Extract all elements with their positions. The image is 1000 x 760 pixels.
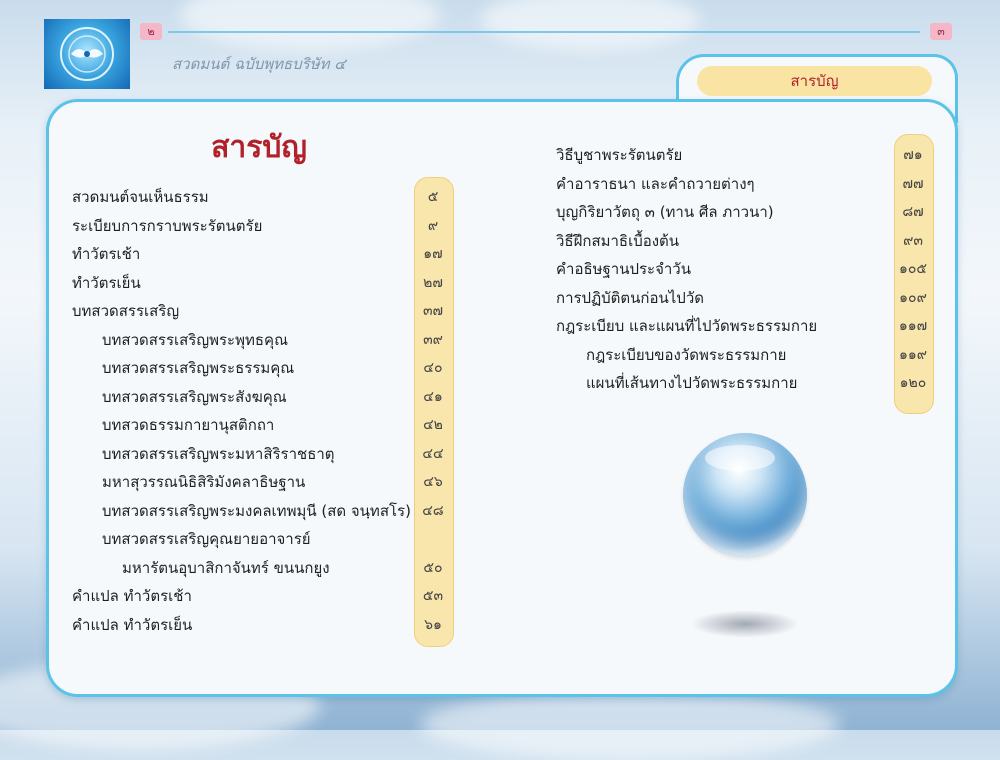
toc-entry[interactable]: คำแปล ทำวัตรเย็น ๖๑	[72, 611, 452, 640]
toc-entry-label: คำอาราธนา และคำถวายต่างๆ	[556, 174, 755, 193]
toc-entry-page: ๓๗	[422, 303, 444, 319]
toc-entry-label: บทสวดธรรมกายานุสติกถา	[102, 416, 275, 434]
page-title: สารบัญ	[211, 130, 307, 165]
toc-entry-label: บทสวดสรรเสริญพระมหาสิริราชธาตุ	[102, 444, 335, 463]
toc-entry-label: บทสวดสรรเสริญพระมงคลเทพมุนี (สด จนฺทสโร)	[102, 501, 411, 520]
toc-entry-page: ๕๐	[423, 559, 443, 576]
page-number-right: ๓	[930, 23, 952, 40]
toc-entry-page: ๔๘	[422, 502, 444, 519]
page-number-left: ๒	[140, 23, 162, 40]
toc-entry[interactable]: บทสวดสรรเสริญพระสังฆคุณ ๔๑	[72, 383, 452, 412]
sphere-shadow	[690, 610, 800, 638]
toc-entry-label: บทสวดสรรเสริญพระสังฆคุณ	[102, 387, 287, 406]
toc-entry-page: ๔๖	[423, 474, 443, 490]
toc-entry-label: มหาสุวรรณนิธิสิริมังคลาธิษฐาน	[102, 473, 306, 491]
toc-entry[interactable]: บทสวดธรรมกายานุสติกถา ๔๒	[72, 411, 452, 440]
toc-entry[interactable]: บทสวดสรรเสริญคุณยายอาจารย์	[72, 525, 452, 554]
toc-entry-page: ๑๑๙	[898, 346, 928, 363]
toc-entry-label: ระเบียบการกราบพระรัตนตรัย	[72, 216, 263, 235]
toc-entry[interactable]: ทำวัตรเช้า ๑๗	[72, 240, 452, 269]
toc-entry-label: สวดมนต์จนเห็นธรรม	[72, 188, 209, 206]
toc-entry-page: ๑๒๐	[899, 375, 927, 391]
toc-entry-page: ๙	[427, 217, 439, 234]
toc-entry-label: กฎระเบียบของวัดพระธรรมกาย	[586, 345, 787, 364]
background-cloud	[180, 0, 440, 50]
toc-entry-label: ทำวัตรเย็น	[72, 273, 141, 292]
toc-entry-label: บทสวดสรรเสริญ	[72, 302, 180, 320]
toc-entry-page: ๖๑	[424, 616, 442, 633]
toc-entry-label: การปฏิบัติตนก่อนไปวัด	[556, 288, 704, 307]
toc-entry-page: ๕๓	[422, 588, 444, 604]
toc-entry-page: ๕	[427, 189, 439, 205]
toc-list-left: สวดมนต์จนเห็นธรรม ๕ระเบียบการกราบพระรัตนต…	[72, 183, 452, 639]
toc-entry[interactable]: สวดมนต์จนเห็นธรรม ๕	[72, 183, 452, 212]
toc-entry-label: วิธีฝึกสมาธิเบื้องต้น	[556, 231, 680, 250]
toc-entry[interactable]: วิธีบูชาพระรัตนตรัย ๗๑	[556, 141, 932, 170]
toc-entry[interactable]: บทสวดสรรเสริญ ๓๗	[72, 297, 452, 326]
toc-entry-page: ๗๑	[903, 147, 923, 163]
toc-entry-page: ๑๐๕	[898, 261, 928, 277]
toc-entry-page: ๔๔	[422, 445, 444, 462]
toc-entry[interactable]: บทสวดสรรเสริญพระมหาสิริราชธาตุ ๔๔	[72, 440, 452, 469]
background-cloud	[480, 0, 700, 50]
toc-entry[interactable]: มหารัตนอุบาสิกาจันทร์ ขนนกยูง ๕๐	[72, 554, 452, 583]
background-cloud	[420, 690, 840, 760]
dhammakaya-emblem-icon	[44, 19, 130, 89]
toc-entry[interactable]: คำอธิษฐานประจำวัน ๑๐๕	[556, 255, 932, 284]
toc-entry[interactable]: บทสวดสรรเสริญพระมงคลเทพมุนี (สด จนฺทสโร)…	[72, 497, 452, 526]
toc-list-right: วิธีบูชาพระรัตนตรัย ๗๑คำอาราธนา และคำถวาย…	[556, 141, 932, 398]
toc-entry-label: มหารัตนอุบาสิกาจันทร์ ขนนกยูง	[122, 558, 330, 577]
toc-entry-page: ๔๐	[423, 360, 443, 376]
toc-entry[interactable]: บุญกิริยาวัตถุ ๓ (ทาน ศีล ภาวนา) ๘๗	[556, 198, 932, 227]
book-title: สวดมนต์ ฉบับพุทธบริษัท ๔	[172, 55, 346, 73]
toc-entry[interactable]: กฎระเบียบของวัดพระธรรมกาย ๑๑๙	[556, 341, 932, 370]
toc-entry[interactable]: วิธีฝึกสมาธิเบื้องต้น ๙๓	[556, 227, 932, 256]
toc-entry-label: บทสวดสรรเสริญคุณยายอาจารย์	[102, 530, 311, 548]
toc-entry-page: ๓๙	[423, 331, 443, 348]
toc-entry-page: ๔๒	[423, 417, 443, 433]
toc-entry[interactable]: บทสวดสรรเสริญพระพุทธคุณ ๓๙	[72, 326, 452, 355]
toc-entry-label: บทสวดสรรเสริญพระธรรมคุณ	[102, 359, 295, 377]
section-tab-label: สารบัญ	[697, 66, 932, 96]
toc-entry[interactable]: กฎระเบียบ และแผนที่ไปวัดพระธรรมกาย ๑๑๗	[556, 312, 932, 341]
toc-entry[interactable]: มหาสุวรรณนิธิสิริมังคลาธิษฐาน ๔๖	[72, 468, 452, 497]
toc-entry[interactable]: ทำวัตรเย็น ๒๗	[72, 269, 452, 298]
toc-entry[interactable]: การปฏิบัติตนก่อนไปวัด ๑๐๙	[556, 284, 932, 313]
sphere-highlight	[705, 445, 775, 471]
toc-entry-label: คำแปล ทำวัตรเช้า	[72, 587, 192, 605]
toc-entry-page: ๔๑	[423, 388, 443, 405]
toc-entry-page: ๒๗	[423, 274, 443, 291]
toc-entry-label: คำแปล ทำวัตรเย็น	[72, 615, 193, 634]
toc-entry-label: คำอธิษฐานประจำวัน	[556, 260, 691, 278]
toc-entry-page: ๑๑๗	[898, 318, 928, 334]
toc-entry-page: ๘๗	[902, 204, 924, 220]
toc-entry[interactable]: บทสวดสรรเสริญพระธรรมคุณ ๔๐	[72, 354, 452, 383]
toc-entry-page: ๗๗	[902, 175, 924, 192]
toc-entry-page: ๑๐๙	[899, 289, 927, 306]
toc-entry-label: บุญกิริยาวัตถุ ๓ (ทาน ศีล ภาวนา)	[556, 203, 774, 221]
toc-entry-label: บทสวดสรรเสริญพระพุทธคุณ	[102, 330, 288, 349]
toc-entry-page: ๙๓	[903, 232, 923, 249]
toc-entry-label: แผนที่เส้นทางไปวัดพระธรรมกาย	[586, 374, 798, 392]
toc-entry[interactable]: แผนที่เส้นทางไปวัดพระธรรมกาย ๑๒๐	[556, 369, 932, 398]
header-rule	[168, 31, 920, 33]
toc-entry-page: ๑๗	[423, 246, 443, 262]
toc-entry-label: วิธีบูชาพระรัตนตรัย	[556, 146, 683, 164]
toc-entry[interactable]: คำแปล ทำวัตรเช้า ๕๓	[72, 582, 452, 611]
toc-entry[interactable]: ระเบียบการกราบพระรัตนตรัย ๙	[72, 212, 452, 241]
toc-entry-label: กฎระเบียบ และแผนที่ไปวัดพระธรรมกาย	[556, 317, 818, 335]
toc-entry[interactable]: คำอาราธนา และคำถวายต่างๆ ๗๗	[556, 170, 932, 199]
toc-entry-label: ทำวัตรเช้า	[72, 245, 141, 263]
